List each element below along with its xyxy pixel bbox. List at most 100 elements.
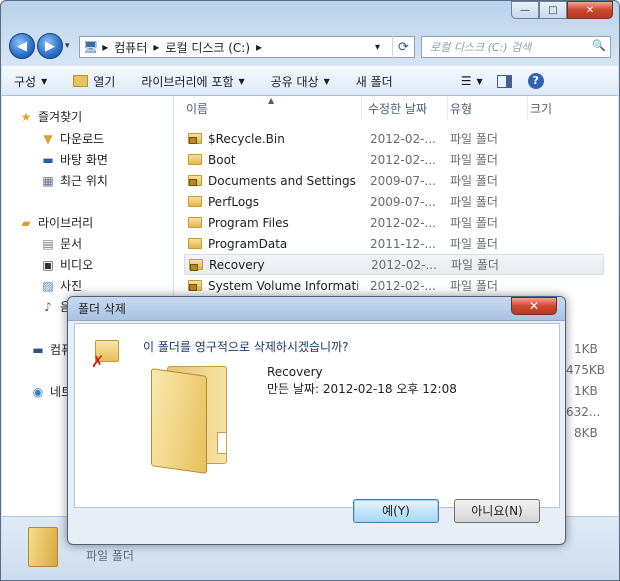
- nav-favorites[interactable]: ★ 즐겨찾기: [21, 108, 83, 125]
- breadcrumb-local-disk[interactable]: 로컬 디스크 (C:): [165, 39, 250, 56]
- dialog-close-button[interactable]: ✕: [511, 297, 557, 315]
- lock-icon: [189, 179, 197, 186]
- file-name: ProgramData: [208, 236, 288, 251]
- size-cell: 8KB: [574, 426, 598, 440]
- file-date: 2012-02-...: [370, 131, 436, 146]
- file-date: 2009-07-...: [370, 194, 436, 209]
- file-date: 2012-02-...: [370, 215, 436, 230]
- file-name: PerfLogs: [208, 194, 260, 209]
- help-button[interactable]: ?: [527, 73, 544, 89]
- network-icon: ◉: [32, 384, 44, 399]
- lock-icon: [189, 137, 197, 144]
- column-header-type[interactable]: 유형: [448, 96, 528, 120]
- details-type: 파일 폴더: [86, 549, 134, 563]
- downloads-icon: ▼: [43, 131, 53, 146]
- file-date: 2011-12-...: [370, 236, 436, 251]
- music-icon: ♪: [44, 299, 52, 314]
- file-row[interactable]: Recovery 2012-02-... 파일 폴더: [184, 254, 604, 275]
- view-icon: ☰: [460, 74, 472, 88]
- forward-button[interactable]: ▶: [37, 33, 63, 59]
- back-button[interactable]: ◀: [9, 33, 35, 59]
- dialog-created-date: 만든 날짜: 2012-02-18 오후 12:08: [267, 382, 457, 396]
- file-type: 파일 폴더: [450, 237, 498, 251]
- search-placeholder: 로컬 디스크 (C:) 검색: [430, 41, 532, 54]
- file-name: Boot: [208, 152, 236, 167]
- nav-pictures[interactable]: ▨ 사진: [42, 277, 82, 294]
- file-row[interactable]: Boot 2012-02-... 파일 폴더: [184, 149, 604, 170]
- caption-buttons: — □ ✕: [511, 1, 613, 19]
- pictures-icon: ▨: [42, 278, 54, 293]
- breadcrumb-computer[interactable]: 컴퓨터: [114, 39, 147, 56]
- breadcrumb-sep-1[interactable]: ▸: [102, 40, 108, 54]
- file-row[interactable]: Program Files 2012-02-... 파일 폴더: [184, 212, 604, 233]
- file-row[interactable]: PerfLogs 2009-07-... 파일 폴더: [184, 191, 604, 212]
- breadcrumb-sep-2[interactable]: ▸: [153, 40, 159, 54]
- file-name: Documents and Settings: [208, 173, 356, 188]
- share-with-button[interactable]: 공유 대상 ▼: [271, 73, 330, 90]
- file-date: 2012-02-...: [371, 257, 437, 272]
- delete-folder-icon: ✗: [91, 338, 121, 370]
- nav-recent-places[interactable]: ▦ 최근 위치: [42, 172, 108, 189]
- folder-icon: [188, 196, 202, 207]
- organize-button[interactable]: 구성 ▼: [14, 73, 47, 90]
- search-icon[interactable]: 🔍: [592, 39, 606, 52]
- star-icon: ★: [20, 109, 32, 124]
- nav-desktop[interactable]: ▬ 바탕 화면: [42, 151, 108, 168]
- refresh-button[interactable]: ⟳: [392, 36, 414, 58]
- file-name: System Volume Informati...: [208, 278, 358, 293]
- file-type: 파일 폴더: [451, 258, 499, 272]
- file-row[interactable]: Documents and Settings 2009-07-... 파일 폴더: [184, 170, 604, 191]
- file-date: 2009-07-...: [370, 173, 436, 188]
- address-dropdown-icon[interactable]: ▾: [375, 42, 380, 53]
- include-in-library-button[interactable]: 라이브러리에 포함 ▼: [141, 73, 244, 90]
- nav-downloads[interactable]: ▼ 다운로드: [43, 130, 104, 147]
- file-row[interactable]: System Volume Informati... 2012-02-... 파일 …: [184, 275, 604, 296]
- search-input[interactable]: 로컬 디스크 (C:) 검색 🔍: [421, 36, 611, 58]
- file-type: 파일 폴더: [450, 195, 498, 209]
- recent-pages-dropdown[interactable]: ▾: [65, 41, 70, 51]
- folder-icon: [188, 238, 202, 249]
- recent-places-icon: ▦: [42, 173, 54, 188]
- dialog-folder-name: Recovery: [267, 365, 323, 379]
- command-bar: 구성 ▼ 열기 라이브러리에 포함 ▼ 공유 대상 ▼ 새 폴더 ☰ ▼ ?: [2, 66, 618, 96]
- minimize-button[interactable]: —: [511, 1, 539, 19]
- address-bar[interactable]: 🖥 ▸ 컴퓨터 ▸ 로컬 디스크 (C:) ▸ ▾: [79, 36, 415, 58]
- file-name: $Recycle.Bin: [208, 131, 285, 146]
- folder-open-icon: [73, 75, 89, 87]
- size-cell: 475KB: [566, 363, 606, 377]
- column-header-size[interactable]: 크기: [528, 96, 608, 120]
- file-row[interactable]: ProgramData 2011-12-... 파일 폴더: [184, 233, 604, 254]
- new-folder-button[interactable]: 새 폴더: [356, 73, 393, 90]
- open-button[interactable]: 열기: [73, 73, 115, 90]
- library-icon: ▰: [21, 215, 31, 230]
- file-type: 파일 폴더: [450, 132, 498, 146]
- yes-button[interactable]: 예(Y): [353, 499, 439, 523]
- size-cell: 1KB: [574, 384, 598, 398]
- lock-icon: [189, 284, 197, 291]
- dialog-body: ✗ 이 폴더를 영구적으로 삭제하시겠습니까? Recovery 만든 날짜: …: [74, 323, 560, 508]
- column-header-modified[interactable]: 수정한 날짜: [368, 96, 448, 120]
- column-header-name[interactable]: 이름 ▲: [186, 96, 362, 120]
- file-name: Program Files: [208, 215, 289, 230]
- nav-videos[interactable]: ▣ 비디오: [42, 256, 93, 273]
- file-name: Recovery: [209, 257, 265, 272]
- nav-documents[interactable]: ▤ 문서: [42, 235, 82, 252]
- documents-icon: ▤: [42, 236, 54, 251]
- view-options-button[interactable]: ☰ ▼: [461, 74, 483, 88]
- breadcrumb-sep-3[interactable]: ▸: [256, 40, 262, 54]
- videos-icon: ▣: [42, 257, 54, 272]
- computer-icon: 🖥: [83, 40, 99, 54]
- file-date: 2012-02-...: [370, 278, 436, 293]
- preview-pane-button[interactable]: [496, 74, 512, 88]
- sort-ascending-icon: ▲: [268, 96, 275, 105]
- no-button[interactable]: 아니요(N): [454, 499, 540, 523]
- delete-folder-dialog: 폴더 삭제 ✕ ✗ 이 폴더를 영구적으로 삭제하시겠습니까? Recovery…: [67, 296, 566, 545]
- file-type: 파일 폴더: [450, 279, 498, 293]
- maximize-button[interactable]: □: [539, 1, 567, 19]
- dialog-question: 이 폴더를 영구적으로 삭제하시겠습니까?: [143, 340, 349, 354]
- preview-pane-icon: [496, 74, 512, 88]
- file-row[interactable]: $Recycle.Bin 2012-02-... 파일 폴더: [184, 128, 604, 149]
- close-button[interactable]: ✕: [567, 1, 613, 19]
- red-x-icon: ✗: [91, 352, 105, 371]
- nav-libraries[interactable]: ▰ 라이브러리: [21, 214, 93, 231]
